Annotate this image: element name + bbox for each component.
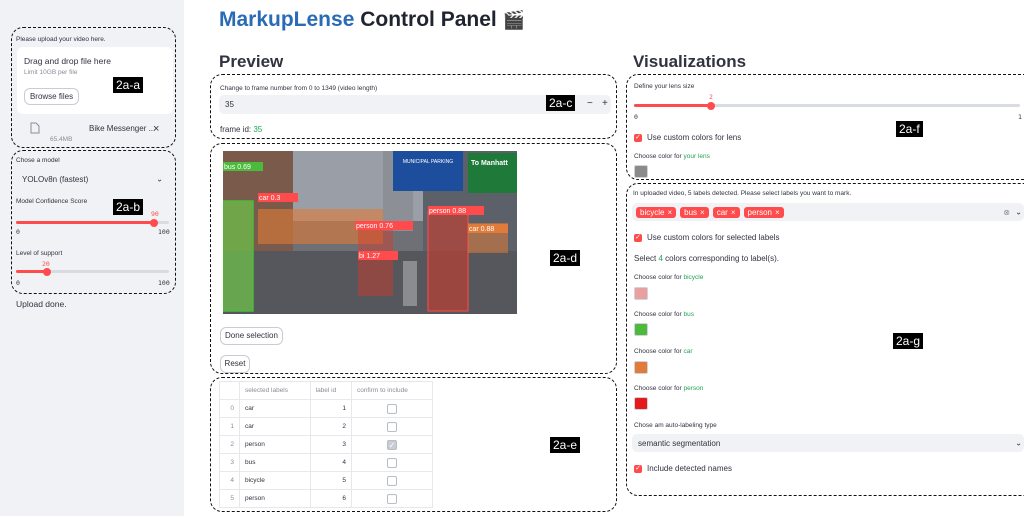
callout-frame-f <box>626 74 1024 180</box>
callout-tag-d: 2a-d <box>550 250 581 266</box>
callout-frame-a <box>11 27 176 148</box>
upload-status: Upload done. <box>16 299 67 309</box>
callout-tag-b: 2a-b <box>113 199 144 215</box>
callout-frame-g <box>626 183 1024 496</box>
callout-frame-b <box>11 150 176 294</box>
callout-tag-a: 2a-a <box>113 77 144 93</box>
visualizations-heading: Visualizations <box>633 52 747 71</box>
clapper-icon: 🎬 <box>502 10 525 31</box>
page-title: MarkupLense Control Panel 🎬 <box>219 8 525 32</box>
title-brand: MarkupLense <box>219 8 355 31</box>
callout-tag-c: 2a-c <box>546 95 576 111</box>
title-rest: Control Panel <box>354 8 497 31</box>
preview-heading: Preview <box>219 52 284 71</box>
callout-tag-f: 2a-f <box>896 121 923 137</box>
callout-tag-g: 2a-g <box>893 333 924 349</box>
callout-tag-e: 2a-e <box>550 437 581 453</box>
